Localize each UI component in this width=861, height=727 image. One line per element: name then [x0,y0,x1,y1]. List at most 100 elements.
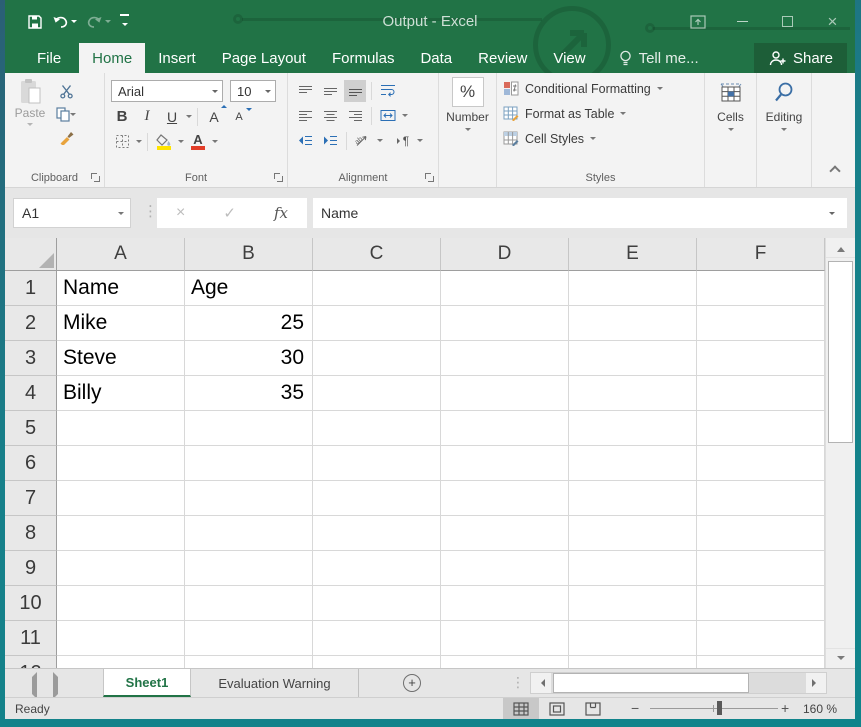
column-header-F[interactable]: F [697,238,825,271]
cell-D7[interactable] [441,481,569,516]
formula-bar-input[interactable]: Name [313,198,847,228]
font-color-button[interactable]: A [187,131,209,153]
format-as-table-button[interactable]: Format as Table [503,101,700,126]
cell-A3[interactable]: Steve [57,341,185,376]
cell-D5[interactable] [441,411,569,446]
row-header-9[interactable]: 9 [5,551,57,586]
cell-D6[interactable] [441,446,569,481]
cell-A1[interactable]: Name [57,271,185,306]
copy-button[interactable] [55,103,77,125]
cell-F9[interactable] [697,551,825,586]
orientation-button[interactable]: ab [352,130,374,152]
cell-A4[interactable]: Billy [57,376,185,411]
scroll-down-button[interactable] [826,648,855,668]
cell-F1[interactable] [697,271,825,306]
editing-button[interactable]: Editing [757,73,811,134]
cell-E5[interactable] [569,411,697,446]
cell-B5[interactable] [185,411,313,446]
wrap-text-button[interactable] [377,80,399,102]
page-break-preview-button[interactable] [575,698,611,719]
font-color-dropdown-icon[interactable] [212,140,218,146]
cell-D11[interactable] [441,621,569,656]
sheet-tab-evaluation-warning[interactable]: Evaluation Warning [191,669,359,697]
scroll-left-button[interactable] [531,673,551,693]
cell-C7[interactable] [313,481,441,516]
cell-F8[interactable] [697,516,825,551]
column-header-A[interactable]: A [57,238,185,271]
collapse-ribbon-icon[interactable] [829,165,840,176]
select-all-button[interactable] [5,238,57,271]
cell-C6[interactable] [313,446,441,481]
cell-F12[interactable] [697,656,825,668]
merge-center-button[interactable] [377,105,399,127]
cell-B10[interactable] [185,586,313,621]
tab-home[interactable]: Home [79,43,145,73]
increase-indent-button[interactable] [319,130,341,152]
cell-E4[interactable] [569,376,697,411]
page-layout-view-button[interactable] [539,698,575,719]
paste-dropdown-icon[interactable] [27,123,33,129]
cell-F6[interactable] [697,446,825,481]
minimize-button[interactable] [720,0,765,43]
previous-sheet-button[interactable] [27,677,37,695]
vertical-scroll-thumb[interactable] [828,261,853,443]
cell-B9[interactable] [185,551,313,586]
cell-D1[interactable] [441,271,569,306]
cell-F10[interactable] [697,586,825,621]
new-sheet-button[interactable]: + [403,674,421,692]
row-header-4[interactable]: 4 [5,376,57,411]
zoom-level[interactable]: 160 % [803,702,837,716]
fill-color-dropdown-icon[interactable] [178,140,184,146]
cell-B12[interactable] [185,656,313,668]
borders-button[interactable] [111,131,133,153]
next-sheet-button[interactable] [53,677,63,695]
column-header-E[interactable]: E [569,238,697,271]
vertical-scrollbar[interactable] [825,238,855,668]
font-size-select[interactable]: 10 [230,80,276,102]
enter-button[interactable]: ✓ [223,204,236,222]
formula-bar-resize-handle[interactable]: ⋮ [143,202,158,220]
cell-E1[interactable] [569,271,697,306]
share-button[interactable]: Share [754,43,847,73]
font-name-select[interactable]: Arial [111,80,223,102]
text-direction-button[interactable]: ¶ [392,130,414,152]
merge-center-dropdown-icon[interactable] [402,114,408,120]
expand-formula-bar-icon[interactable] [829,212,835,218]
undo-button[interactable] [52,15,77,29]
cell-C11[interactable] [313,621,441,656]
cell-F11[interactable] [697,621,825,656]
save-button[interactable] [27,14,43,30]
maximize-button[interactable] [765,0,810,43]
tab-insert[interactable]: Insert [145,43,209,73]
align-left-button[interactable] [294,105,316,127]
cell-B4[interactable]: 35 [185,376,313,411]
row-header-5[interactable]: 5 [5,411,57,446]
cell-C2[interactable] [313,306,441,341]
bottom-align-button[interactable] [344,80,366,102]
row-header-7[interactable]: 7 [5,481,57,516]
conditional-formatting-button[interactable]: Conditional Formatting [503,76,700,101]
row-header-12[interactable]: 12 [5,656,57,668]
alignment-dialog-launcher[interactable] [425,173,434,182]
insert-function-button[interactable]: fx [274,204,288,222]
cell-E10[interactable] [569,586,697,621]
cell-A5[interactable] [57,411,185,446]
redo-dropdown-icon[interactable] [105,20,111,26]
cell-C10[interactable] [313,586,441,621]
cell-C8[interactable] [313,516,441,551]
undo-dropdown-icon[interactable] [71,20,77,26]
cut-button[interactable] [55,80,77,102]
middle-align-button[interactable] [319,80,341,102]
row-header-3[interactable]: 3 [5,341,57,376]
tab-review[interactable]: Review [465,43,540,73]
row-header-1[interactable]: 1 [5,271,57,306]
zoom-slider-track[interactable] [650,708,778,709]
name-box-dropdown-icon[interactable] [118,212,124,218]
cell-B6[interactable] [185,446,313,481]
orientation-dropdown-icon[interactable] [377,139,383,145]
column-header-D[interactable]: D [441,238,569,271]
cell-C3[interactable] [313,341,441,376]
cell-F4[interactable] [697,376,825,411]
font-dialog-launcher[interactable] [274,173,283,182]
cell-B3[interactable]: 30 [185,341,313,376]
